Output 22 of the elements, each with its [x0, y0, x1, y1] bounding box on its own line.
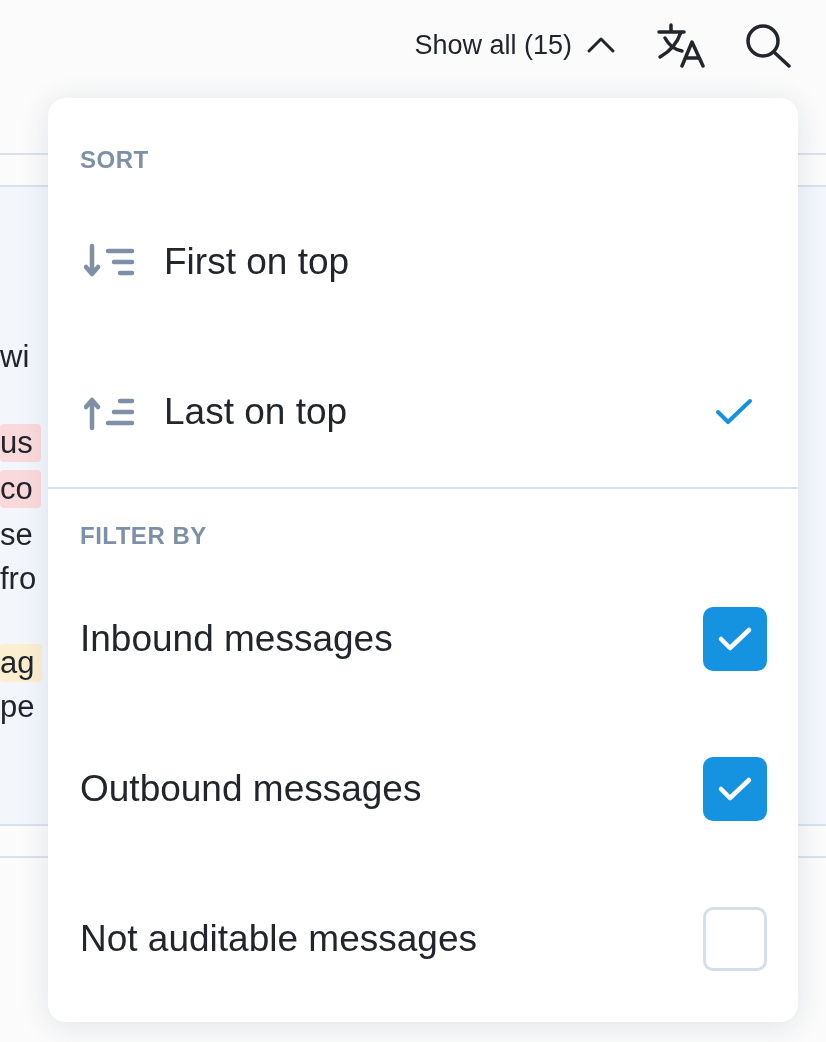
- show-all-button[interactable]: Show all (15): [414, 29, 616, 61]
- checkbox[interactable]: [703, 607, 767, 671]
- check-icon: [717, 775, 753, 803]
- tag-label: ag: [0, 644, 43, 682]
- section-heading: SORT: [79, 145, 150, 175]
- search-icon[interactable]: [744, 22, 792, 68]
- checkbox[interactable]: [703, 757, 767, 821]
- section-heading: FILTER BY: [79, 521, 208, 551]
- message-text: se: [0, 516, 34, 554]
- filter-label: Inbound messages: [80, 618, 394, 660]
- tag-label: us: [0, 424, 41, 462]
- message-text: fro: [0, 560, 38, 598]
- tag-label: co: [0, 470, 41, 508]
- sort-option[interactable]: Last on top: [48, 337, 798, 487]
- translate-icon[interactable]: [656, 22, 706, 68]
- check-icon: [717, 625, 753, 653]
- checkbox[interactable]: [703, 907, 767, 971]
- filter-label: Outbound messages: [80, 768, 423, 810]
- message-text: wi: [0, 338, 31, 376]
- sort-option[interactable]: First on top: [48, 187, 798, 337]
- filter-label: Not auditable messages: [80, 918, 478, 960]
- message-text: pe: [0, 688, 36, 726]
